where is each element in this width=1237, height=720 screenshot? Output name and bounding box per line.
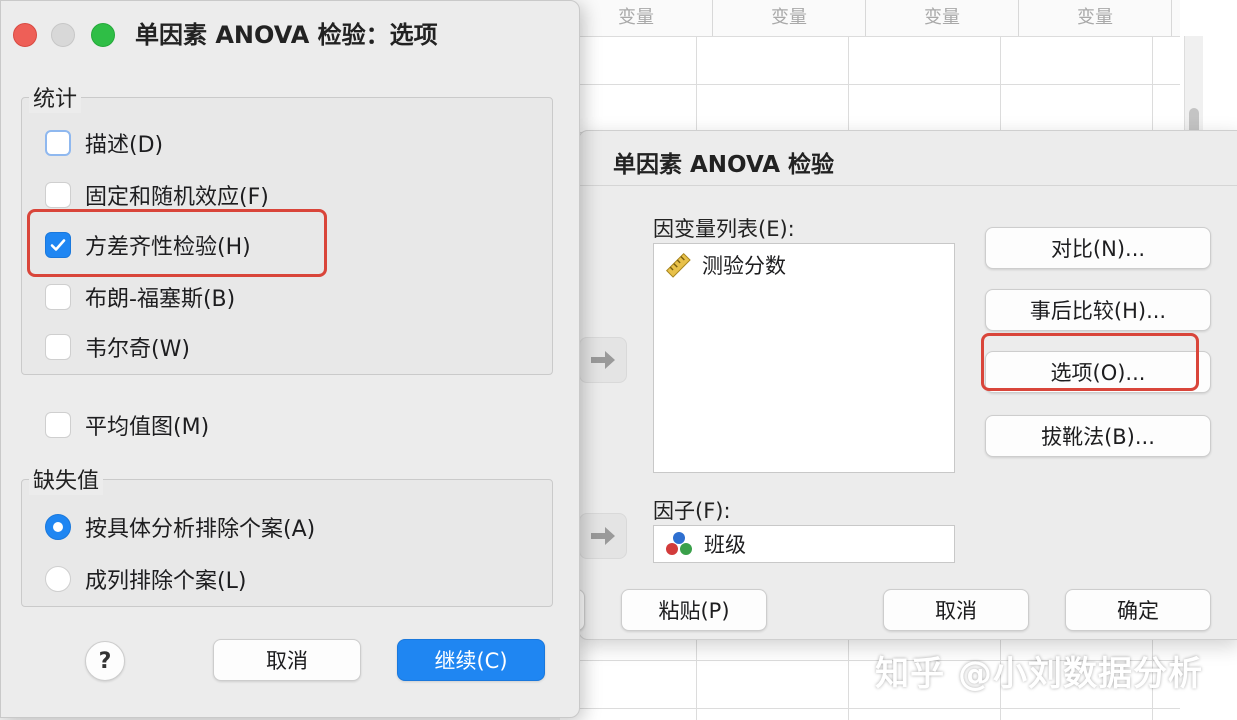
ok-button[interactable]: 确定 [1065, 589, 1211, 631]
zoom-window-button[interactable] [91, 23, 115, 47]
checkbox[interactable] [45, 284, 71, 310]
option-label: 按具体分析排除个案(A) [85, 517, 316, 542]
column-header[interactable]: 变量 [713, 0, 866, 36]
paste-button[interactable]: 粘贴(P) [621, 589, 767, 631]
dialog-title: 单因素 ANOVA 检验 [613, 152, 835, 178]
option-label: 描述(D) [85, 133, 164, 158]
dialog-title: 单因素 ANOVA 检验：选项 [135, 21, 438, 49]
divider [579, 185, 1237, 186]
factor-field[interactable]: 班级 [653, 525, 955, 563]
cancel-button[interactable]: 取消 [883, 589, 1029, 631]
dependent-list[interactable]: 测验分数 [653, 243, 955, 473]
exclude-listwise-option[interactable]: 成列排除个案(L) [45, 563, 246, 595]
highlight-box [981, 333, 1199, 391]
option-label: 韦尔奇(W) [85, 337, 190, 362]
brown-forsythe-option[interactable]: 布朗-福塞斯(B) [45, 281, 235, 313]
factor-label: 因子(F): [653, 499, 731, 523]
dependent-variable-label: 测验分数 [702, 254, 786, 278]
contrasts-button[interactable]: 对比(N)... [985, 227, 1211, 269]
dependent-list-label: 因变量列表(E): [653, 217, 795, 241]
radio-selected[interactable] [45, 514, 71, 540]
column-header[interactable]: 变量 [1019, 0, 1172, 36]
exclude-analysis-option[interactable]: 按具体分析排除个案(A) [45, 511, 315, 543]
cancel-button[interactable]: 取消 [213, 639, 361, 681]
help-button[interactable]: ? [85, 641, 125, 681]
titlebar[interactable]: 单因素 ANOVA 检验：选项 [1, 1, 579, 63]
move-to-dependent-button[interactable] [579, 337, 627, 383]
option-label: 平均值图(M) [85, 415, 210, 440]
checkbox[interactable] [45, 334, 71, 360]
post-hoc-button[interactable]: 事后比较(H)... [985, 289, 1211, 331]
list-item[interactable]: 测验分数 [654, 244, 954, 286]
arrow-right-icon [591, 527, 615, 545]
highlight-box [27, 209, 327, 277]
arrow-right-icon [591, 351, 615, 369]
watermark: 知乎 @小刘数据分析 [875, 654, 1203, 694]
sheet-header: 变量 变量 变量 变量 [560, 0, 1180, 37]
close-window-button[interactable] [13, 23, 37, 47]
bootstrap-button[interactable]: 拔靴法(B)... [985, 415, 1211, 457]
anova-dialog: 单因素 ANOVA 检验 因变量列表(E): 测验分数 因子(F): 班级 对比… [571, 130, 1237, 640]
checkbox[interactable] [45, 130, 71, 156]
factor-variable-label: 班级 [704, 533, 746, 557]
checkbox[interactable] [45, 182, 71, 208]
radio[interactable] [45, 566, 71, 592]
move-to-factor-button[interactable] [579, 513, 627, 559]
continue-button[interactable]: 继续(C) [397, 639, 545, 681]
ruler-icon [665, 252, 691, 278]
option-label: 布朗-福塞斯(B) [85, 287, 236, 312]
options-dialog: 单因素 ANOVA 检验：选项 统计 描述(D) 固定和随机效应(F) 方差齐性… [0, 0, 580, 718]
fixed-random-effects-option[interactable]: 固定和随机效应(F) [45, 179, 269, 211]
option-label: 成列排除个案(L) [85, 569, 247, 594]
missing-values-legend: 缺失值 [29, 463, 104, 495]
nominal-icon [666, 532, 692, 555]
checkbox[interactable] [45, 412, 71, 438]
statistics-legend: 统计 [29, 81, 82, 113]
means-plot-option[interactable]: 平均值图(M) [45, 409, 209, 441]
column-header[interactable]: 变量 [866, 0, 1019, 36]
column-header[interactable]: 变量 [560, 0, 713, 36]
option-label: 固定和随机效应(F) [85, 185, 269, 210]
descriptive-option[interactable]: 描述(D) [45, 127, 163, 159]
minimize-window-button[interactable] [51, 23, 75, 47]
list-item[interactable]: 班级 [654, 526, 954, 562]
welch-option[interactable]: 韦尔奇(W) [45, 331, 190, 363]
